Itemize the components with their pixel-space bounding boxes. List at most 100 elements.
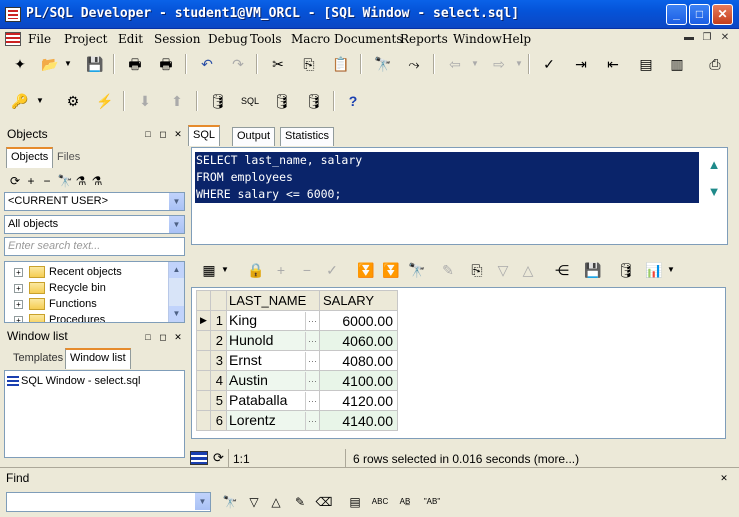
- menu-session[interactable]: Session: [154, 32, 200, 46]
- indent-icon[interactable]: ⇥: [571, 54, 591, 74]
- cell-editor-button[interactable]: ···: [305, 371, 319, 390]
- menu-project[interactable]: Project: [64, 32, 107, 46]
- help-icon[interactable]: ?: [343, 91, 363, 111]
- highlight-icon[interactable]: ✎: [290, 492, 310, 512]
- selection-only-icon[interactable]: ▤: [345, 492, 365, 512]
- chevron-down-icon[interactable]: ▼: [194, 493, 210, 510]
- tree-item-procedures[interactable]: + Procedures: [14, 314, 105, 322]
- case-sensitive-icon[interactable]: ABC: [370, 492, 390, 512]
- find-icon[interactable]: 🔭: [373, 54, 393, 74]
- clear-highlight-icon[interactable]: ⌫: [314, 492, 334, 512]
- log-on-dropdown-icon[interactable]: ▼: [34, 91, 46, 111]
- column-header-last-name[interactable]: LAST_NAME: [226, 290, 320, 311]
- window-list-item[interactable]: SQL Window - select.sql: [7, 375, 140, 387]
- find-next-icon[interactable]: ▽: [244, 492, 264, 512]
- arrow-up-icon[interactable]: ▲: [704, 155, 724, 175]
- table-row[interactable]: 5 Pataballa ··· 4120.00: [196, 390, 398, 411]
- close-button[interactable]: ✕: [712, 4, 733, 25]
- panel-pin-icon[interactable]: ◻: [158, 332, 168, 342]
- tab-output[interactable]: Output: [232, 127, 276, 146]
- mdi-close-button[interactable]: ✕: [717, 31, 733, 45]
- status-message[interactable]: 6 rows selected in 0.016 seconds (more..…: [353, 452, 579, 466]
- open-icon[interactable]: 📂: [40, 54, 60, 74]
- find-replace-icon[interactable]: ⤳: [404, 54, 424, 74]
- explain-plan-icon[interactable]: 🛢: [304, 91, 324, 111]
- minimize-button[interactable]: _: [666, 4, 687, 25]
- chevron-down-icon[interactable]: ▼: [168, 193, 184, 210]
- cut-icon[interactable]: ✂: [268, 54, 288, 74]
- table-row[interactable]: 3 Ernst ··· 4080.00: [196, 350, 398, 371]
- user-combo[interactable]: <CURRENT USER> ▼: [4, 192, 185, 211]
- mdi-restore-button[interactable]: ❐: [699, 31, 715, 45]
- undo-icon[interactable]: ↶: [197, 54, 217, 74]
- comment-icon[interactable]: ▤: [636, 54, 656, 74]
- menu-tools[interactable]: Tools: [250, 32, 282, 46]
- filter-combo[interactable]: All objects ▼: [4, 215, 185, 234]
- panel-dock-icon[interactable]: □: [143, 332, 153, 342]
- chart-icon[interactable]: 📊: [644, 260, 664, 280]
- save-results-icon[interactable]: 💾: [583, 260, 603, 280]
- compile-icon[interactable]: ✓: [539, 54, 559, 74]
- menu-help[interactable]: Help: [502, 32, 531, 46]
- cell-editor-button[interactable]: ···: [305, 331, 319, 350]
- document-icon[interactable]: [5, 32, 21, 46]
- copy-icon[interactable]: ⎘: [299, 54, 319, 74]
- tab-objects[interactable]: Objects: [6, 147, 54, 168]
- sql-window-icon[interactable]: 🛢: [208, 91, 228, 111]
- menu-documents[interactable]: Documents: [334, 32, 402, 46]
- menu-macro[interactable]: Macro: [291, 32, 330, 46]
- cell-editor-button[interactable]: ···: [305, 351, 319, 370]
- chart-dropdown-icon[interactable]: ▼: [665, 260, 677, 280]
- new-icon[interactable]: ✦: [10, 54, 30, 74]
- export-data-icon[interactable]: 🛢: [616, 260, 636, 280]
- tab-statistics[interactable]: Statistics: [280, 127, 335, 146]
- regex-icon[interactable]: "AB": [422, 492, 442, 512]
- find-close-icon[interactable]: ✕: [719, 473, 729, 483]
- whole-word-icon[interactable]: AB̲: [395, 492, 415, 512]
- chevron-down-icon[interactable]: ▼: [168, 216, 184, 233]
- lock-icon[interactable]: 🔒: [246, 260, 266, 280]
- tab-templates[interactable]: Templates: [9, 350, 67, 369]
- uncomment-icon[interactable]: ▥: [667, 54, 687, 74]
- fetch-next-icon[interactable]: ⏬: [356, 260, 376, 280]
- menu-file[interactable]: File: [28, 32, 51, 46]
- tree-scrollbar[interactable]: ▲ ▼: [168, 262, 184, 322]
- panel-pin-icon[interactable]: ◻: [158, 129, 168, 139]
- sql-editor[interactable]: SELECT last_name, salary FROM employees …: [191, 147, 728, 245]
- menu-edit[interactable]: Edit: [118, 32, 143, 46]
- tree-item-recent[interactable]: + Recent objects: [14, 266, 122, 279]
- filter-edit-icon[interactable]: ⚗: [87, 171, 107, 191]
- panel-close-icon[interactable]: ✕: [173, 332, 183, 342]
- find-all-icon[interactable]: 🔭: [220, 492, 240, 512]
- tree-item-functions[interactable]: + Functions: [14, 298, 97, 311]
- cell-editor-button[interactable]: ···: [305, 411, 319, 430]
- table-row[interactable]: 2 Hunold ··· 4060.00: [196, 330, 398, 351]
- maximize-button[interactable]: □: [689, 4, 710, 25]
- open-dropdown-icon[interactable]: ▼: [62, 54, 74, 74]
- table-row[interactable]: 6 Lorentz ··· 4140.00: [196, 410, 398, 431]
- unindent-icon[interactable]: ⇤: [603, 54, 623, 74]
- print-icon[interactable]: 🖶: [125, 54, 145, 74]
- table-row[interactable]: ▶ 1 King ··· 6000.00: [196, 310, 398, 331]
- export-results-icon[interactable]: ⎘: [467, 260, 487, 280]
- new-sql-icon[interactable]: SQL: [240, 91, 260, 111]
- find-input[interactable]: ▼: [6, 492, 211, 512]
- search-input[interactable]: Enter search text...: [4, 237, 185, 256]
- find-previous-icon[interactable]: △: [266, 492, 286, 512]
- tab-window-list[interactable]: Window list: [65, 348, 131, 369]
- remove-icon[interactable]: −: [37, 171, 57, 191]
- table-row[interactable]: 4 Austin ··· 4100.00: [196, 370, 398, 391]
- column-header-salary[interactable]: SALARY: [319, 290, 398, 311]
- menu-reports[interactable]: Reports: [400, 32, 448, 46]
- paste-icon[interactable]: 📋: [331, 54, 351, 74]
- fetch-last-icon[interactable]: ⏬: [381, 260, 401, 280]
- cell-editor-button[interactable]: ···: [305, 311, 319, 330]
- tab-sql[interactable]: SQL: [188, 125, 221, 146]
- tree-item-recycle[interactable]: + Recycle bin: [14, 282, 106, 295]
- cell-editor-button[interactable]: ···: [305, 391, 319, 410]
- query-by-example-icon[interactable]: 🔭: [407, 260, 427, 280]
- panel-dock-icon[interactable]: □: [143, 129, 153, 139]
- single-record-view-icon[interactable]: ⋲: [552, 260, 572, 280]
- grid-dropdown-icon[interactable]: ▼: [219, 260, 231, 280]
- command-window-icon[interactable]: 🛢: [272, 91, 292, 111]
